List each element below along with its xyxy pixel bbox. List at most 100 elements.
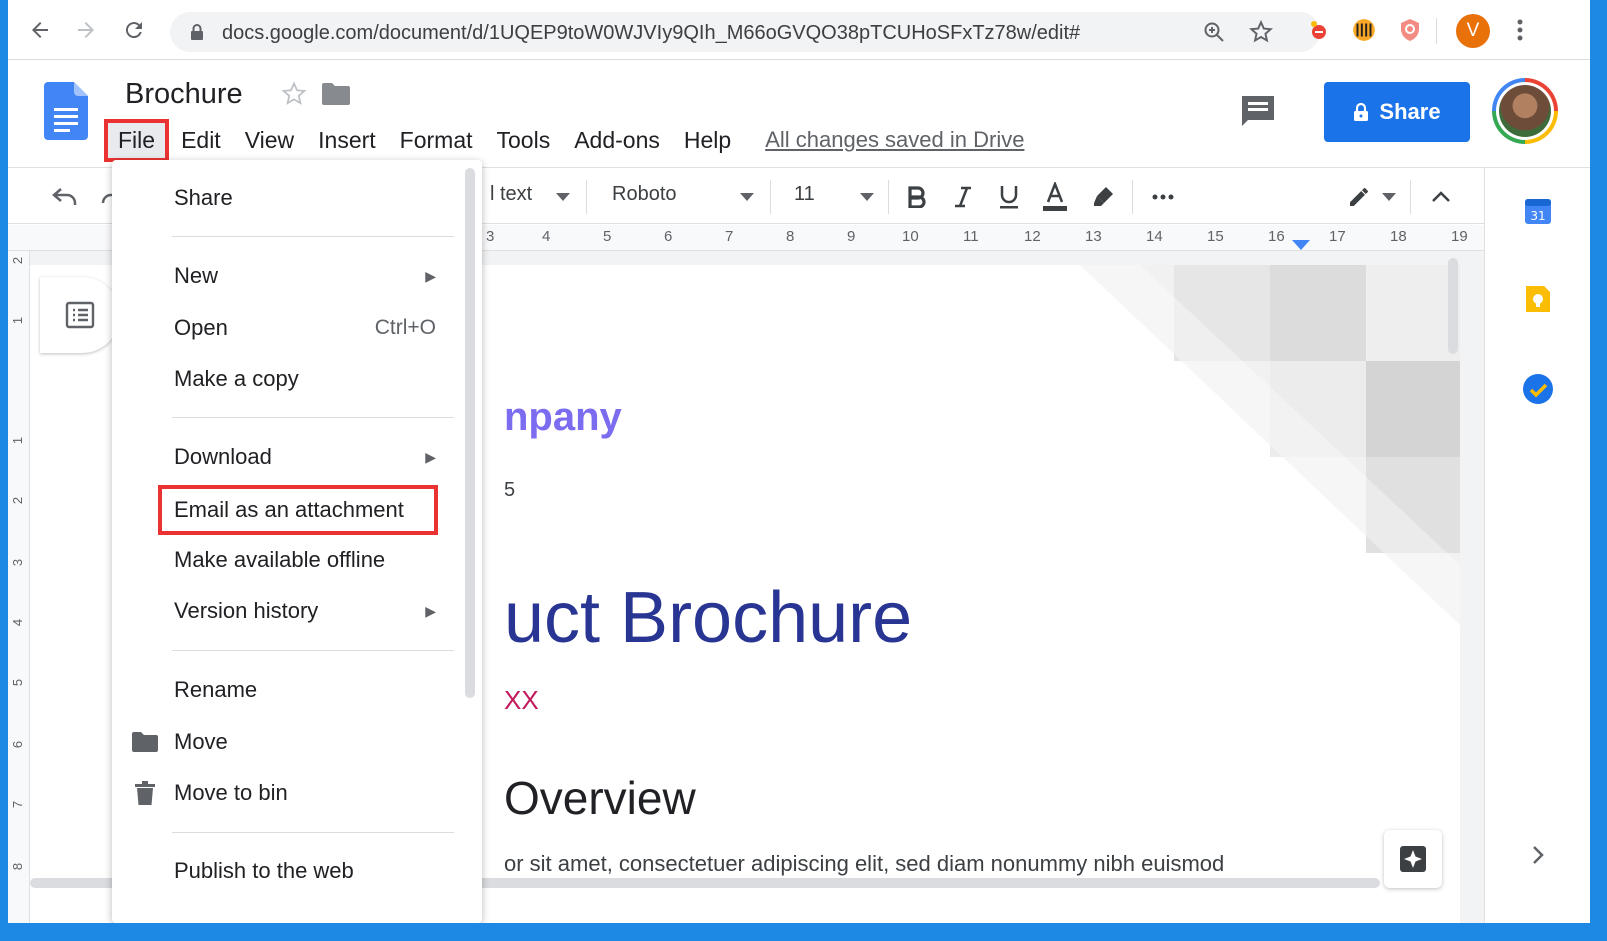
decorative-corner-graphic	[1080, 265, 1460, 625]
menu-file[interactable]: File	[103, 118, 170, 162]
zoom-icon[interactable]	[1202, 20, 1226, 49]
menu-view[interactable]: View	[233, 123, 306, 158]
menu-separator	[172, 236, 454, 237]
extension-shield-icon[interactable]	[1396, 16, 1424, 44]
saved-status[interactable]: All changes saved in Drive	[765, 127, 1024, 153]
brochure-title[interactable]: uct Brochure	[504, 577, 912, 659]
menu-item-download[interactable]: Download ▶	[112, 435, 466, 479]
toolbar-separator	[770, 180, 771, 214]
ruler-mark: 7	[725, 228, 734, 245]
menubar: File Edit View Insert Format Tools Add-o…	[103, 118, 1024, 162]
bold-icon[interactable]	[902, 182, 932, 212]
italic-icon[interactable]	[948, 182, 978, 212]
toolbar-separator	[1410, 180, 1411, 214]
menu-item-version-history[interactable]: Version history ▶	[112, 589, 466, 633]
chevron-down-icon[interactable]	[548, 182, 578, 212]
menu-item-open[interactable]: Open Ctrl+O	[112, 306, 466, 350]
menu-item-new[interactable]: New ▶	[112, 254, 466, 298]
chevron-up-icon[interactable]	[1426, 182, 1456, 212]
extension-red-dot-icon[interactable]	[1304, 16, 1332, 44]
underline-icon[interactable]	[994, 182, 1024, 212]
back-icon[interactable]	[24, 14, 56, 46]
editing-mode-pencil-icon[interactable]	[1344, 182, 1374, 212]
submenu-arrow-icon: ▶	[425, 602, 436, 619]
tasks-icon[interactable]	[1521, 372, 1555, 406]
chevron-down-icon[interactable]	[1374, 182, 1404, 212]
menu-addons[interactable]: Add-ons	[562, 123, 672, 158]
menu-format[interactable]: Format	[388, 123, 485, 158]
menu-item-move-to-bin[interactable]: Move to bin	[112, 771, 466, 815]
menu-separator	[172, 650, 454, 651]
font-size-select[interactable]: 11	[794, 183, 815, 206]
overview-heading[interactable]: Overview	[504, 771, 696, 825]
menu-insert[interactable]: Insert	[306, 123, 388, 158]
menu-scrollbar[interactable]	[465, 168, 475, 698]
outline-icon	[65, 301, 95, 329]
ruler-mark: 14	[1146, 228, 1163, 245]
menu-item-move[interactable]: Move	[112, 720, 466, 764]
chevron-right-icon[interactable]	[1521, 838, 1555, 872]
docs-logo-icon[interactable]	[44, 82, 88, 145]
paragraph-style-select[interactable]: l text	[490, 183, 532, 206]
share-button[interactable]: Share	[1324, 82, 1470, 142]
ruler-mark: 3	[486, 228, 495, 245]
file-menu-dropdown: Share New ▶ Open Ctrl+O Make a copy Down…	[112, 160, 482, 923]
menu-item-label: Move	[174, 729, 228, 754]
menu-tools[interactable]: Tools	[485, 123, 563, 158]
menu-help[interactable]: Help	[672, 123, 743, 158]
avatar-ring	[1496, 82, 1554, 140]
undo-icon[interactable]	[50, 182, 80, 212]
menu-item-label: Publish to the web	[174, 858, 354, 883]
forward-icon[interactable]	[70, 14, 102, 46]
text-color-icon[interactable]	[1040, 182, 1070, 212]
document-title[interactable]: Brochure	[125, 78, 243, 111]
body-paragraph[interactable]: or sit amet, consectetuer adipiscing eli…	[504, 851, 1224, 877]
menu-item-share[interactable]: Share	[112, 176, 466, 220]
star-icon[interactable]	[280, 80, 308, 113]
document-outline-button[interactable]	[40, 277, 120, 353]
more-vert-icon[interactable]	[1506, 16, 1534, 44]
comments-icon[interactable]	[1240, 94, 1276, 133]
account-avatar[interactable]	[1492, 78, 1558, 144]
calendar-icon[interactable]: 31	[1521, 194, 1555, 228]
ruler-mark: 9	[847, 228, 856, 245]
bookmark-star-icon[interactable]	[1248, 19, 1274, 50]
menu-separator	[172, 417, 454, 418]
address-bar[interactable]: docs.google.com/document/d/1UQEP9toW0WJV…	[170, 12, 1320, 52]
menu-item-label: Rename	[174, 677, 258, 702]
more-horiz-icon[interactable]	[1148, 182, 1178, 212]
chevron-down-icon[interactable]	[732, 182, 762, 212]
trash-icon	[132, 780, 158, 806]
toolbar-divider	[1436, 18, 1437, 44]
ruler-mark: 10	[902, 228, 919, 245]
ruler-mark: 12	[1024, 228, 1041, 245]
font-select[interactable]: Roboto	[612, 183, 677, 206]
menu-item-rename[interactable]: Rename	[112, 668, 466, 712]
menu-item-label: Download	[174, 444, 272, 469]
vertical-ruler[interactable]: 2 1 1 2 3 4 5 6 7 8	[8, 251, 30, 923]
move-folder-icon[interactable]	[322, 82, 350, 111]
ruler-mark: 19	[1451, 228, 1468, 245]
highlight-icon[interactable]	[1088, 182, 1118, 212]
address-text[interactable]: 5	[504, 479, 515, 502]
ruler-mark: 18	[1390, 228, 1407, 245]
keep-icon[interactable]	[1521, 282, 1555, 316]
menu-item-label: Open	[174, 315, 228, 340]
explore-button[interactable]	[1384, 830, 1442, 888]
profile-avatar[interactable]: V	[1456, 14, 1490, 48]
menu-item-make-copy[interactable]: Make a copy	[112, 357, 466, 401]
vertical-scrollbar[interactable]	[1448, 258, 1458, 354]
ruler-mark: 4	[10, 618, 26, 627]
date-text[interactable]: XX	[504, 685, 539, 716]
company-name[interactable]: npany	[504, 395, 622, 440]
reload-icon[interactable]	[118, 14, 150, 46]
lock-icon	[190, 23, 204, 46]
profile-initial: V	[1466, 20, 1480, 41]
chevron-down-icon[interactable]	[852, 182, 882, 212]
extension-honey-icon[interactable]	[1350, 16, 1378, 44]
menu-edit[interactable]: Edit	[169, 123, 233, 158]
ruler-mark: 4	[542, 228, 551, 245]
menu-item-publish[interactable]: Publish to the web	[112, 849, 466, 893]
ruler-mark: 11	[963, 228, 979, 245]
menu-item-offline[interactable]: Make available offline	[112, 538, 466, 582]
